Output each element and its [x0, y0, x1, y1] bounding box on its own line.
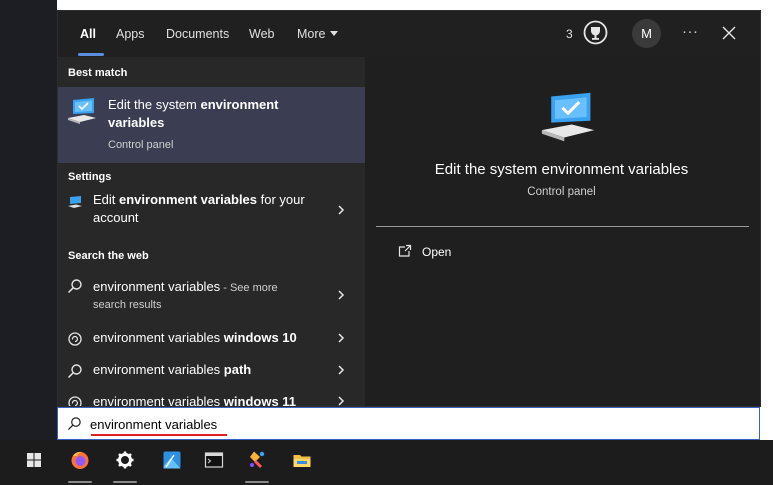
tab-all[interactable]: All	[80, 27, 96, 41]
tab-more[interactable]: More	[297, 27, 339, 41]
settings-result-plain2: for your	[257, 192, 305, 207]
spellcheck-underline	[91, 434, 227, 436]
web-suggestion-text: environment variables path	[93, 362, 251, 377]
best-match-item[interactable]: Edit the system environment variables Co…	[58, 87, 365, 163]
web-suggestion-bold: windows 11	[223, 394, 297, 406]
search-suggestion-icon	[68, 396, 82, 406]
taskbar-paint[interactable]	[237, 440, 277, 485]
web-result-item[interactable]: environment variables - See more search …	[58, 276, 365, 316]
web-result-line2: search results	[93, 299, 162, 311]
active-tab-indicator	[78, 53, 104, 56]
avatar[interactable]: M	[632, 19, 661, 48]
photos-icon	[163, 451, 181, 469]
trophy-icon[interactable]	[583, 20, 608, 45]
settings-result-line2: account	[93, 210, 139, 225]
open-button[interactable]: Open	[398, 244, 518, 264]
section-header-best-match: Best match	[68, 67, 128, 79]
more-options-icon[interactable]: ···	[682, 23, 699, 40]
best-match-title-plain: Edit the system	[108, 97, 201, 112]
search-header: All Apps Documents Web More 3 M ···	[58, 11, 760, 57]
best-match-subtitle: Control panel	[108, 139, 174, 151]
firefox-icon	[71, 451, 89, 469]
web-result-suffix: - See more	[220, 282, 278, 294]
tab-web[interactable]: Web	[249, 27, 274, 41]
file-explorer-icon	[293, 455, 311, 467]
search-box[interactable]	[57, 407, 760, 440]
settings-result-plain1: Edit	[93, 192, 120, 207]
system-settings-monitor-icon	[68, 98, 96, 124]
running-indicator	[113, 481, 137, 483]
search-flyout: All Apps Documents Web More 3 M ··· Best…	[57, 10, 761, 407]
best-match-title-line2: variables	[108, 115, 165, 130]
preview-pane: Edit the system environment variables Co…	[365, 57, 760, 406]
search-suggestion-icon	[68, 332, 82, 346]
chevron-right-icon	[338, 333, 345, 343]
taskbar	[0, 440, 773, 485]
system-settings-monitor-icon	[541, 92, 595, 142]
preview-title: Edit the system environment variables	[434, 161, 689, 178]
terminal-icon	[204, 452, 224, 468]
open-label: Open	[422, 245, 452, 259]
web-suggestion-item[interactable]: environment variables path	[58, 361, 365, 385]
chevron-right-icon	[338, 396, 345, 406]
search-icon	[67, 417, 81, 431]
running-indicator	[245, 481, 269, 483]
taskbar-photos[interactable]	[152, 440, 192, 485]
best-match-title-bold: environment	[200, 97, 279, 112]
rewards-points: 3	[566, 27, 573, 41]
chevron-right-icon	[338, 205, 345, 215]
start-button[interactable]	[14, 440, 54, 485]
search-icon	[67, 279, 82, 294]
section-header-search-web: Search the web	[68, 250, 149, 262]
taskbar-file-explorer[interactable]	[282, 440, 322, 485]
best-match-title-line1: Edit the system environment	[108, 97, 279, 112]
web-suggestion-plain: environment variables	[93, 394, 224, 406]
web-suggestion-bold: path	[223, 362, 252, 377]
settings-result-item[interactable]: Edit environment variables for your acco…	[58, 192, 365, 236]
paint-icon	[250, 451, 265, 468]
open-external-icon	[398, 244, 412, 257]
web-suggestion-text: environment variables windows 11	[93, 394, 296, 406]
web-suggestion-plain: environment variables	[93, 330, 224, 345]
web-suggestion-item[interactable]: environment variables windows 10	[58, 329, 365, 353]
preview-subtitle: Control panel	[527, 186, 596, 198]
search-icon	[67, 364, 82, 379]
taskbar-settings[interactable]	[105, 440, 145, 485]
tab-documents[interactable]: Documents	[166, 27, 229, 41]
settings-gear-icon	[116, 451, 134, 469]
chevron-right-icon	[338, 365, 345, 375]
start-icon	[27, 453, 41, 467]
desktop-background	[0, 0, 57, 440]
close-icon[interactable]	[722, 26, 736, 40]
settings-result-bold: environment variables	[119, 192, 258, 207]
taskbar-firefox[interactable]	[60, 440, 100, 485]
web-suggestion-item[interactable]: environment variables windows 11	[58, 393, 365, 406]
web-suggestion-plain: environment variables	[93, 362, 224, 377]
chevron-right-icon	[338, 290, 345, 300]
web-suggestion-text: environment variables windows 10	[93, 330, 297, 345]
taskbar-terminal[interactable]	[194, 440, 234, 485]
section-header-settings: Settings	[68, 171, 112, 183]
settings-result-line1: Edit environment variables for your	[93, 192, 305, 207]
search-input[interactable]	[90, 415, 490, 433]
results-list: Best match Edit the system environment v…	[58, 57, 365, 406]
web-result-query: environment variables	[93, 279, 221, 294]
settings-app-icon	[68, 196, 82, 208]
web-result-line1: environment variables - See more	[93, 279, 278, 294]
tab-apps[interactable]: Apps	[116, 27, 145, 41]
running-indicator	[68, 481, 92, 483]
caret-down-icon	[330, 31, 339, 36]
tab-more-label: More	[297, 27, 326, 41]
web-suggestion-bold: windows 10	[223, 330, 297, 345]
preview-divider	[376, 226, 749, 227]
